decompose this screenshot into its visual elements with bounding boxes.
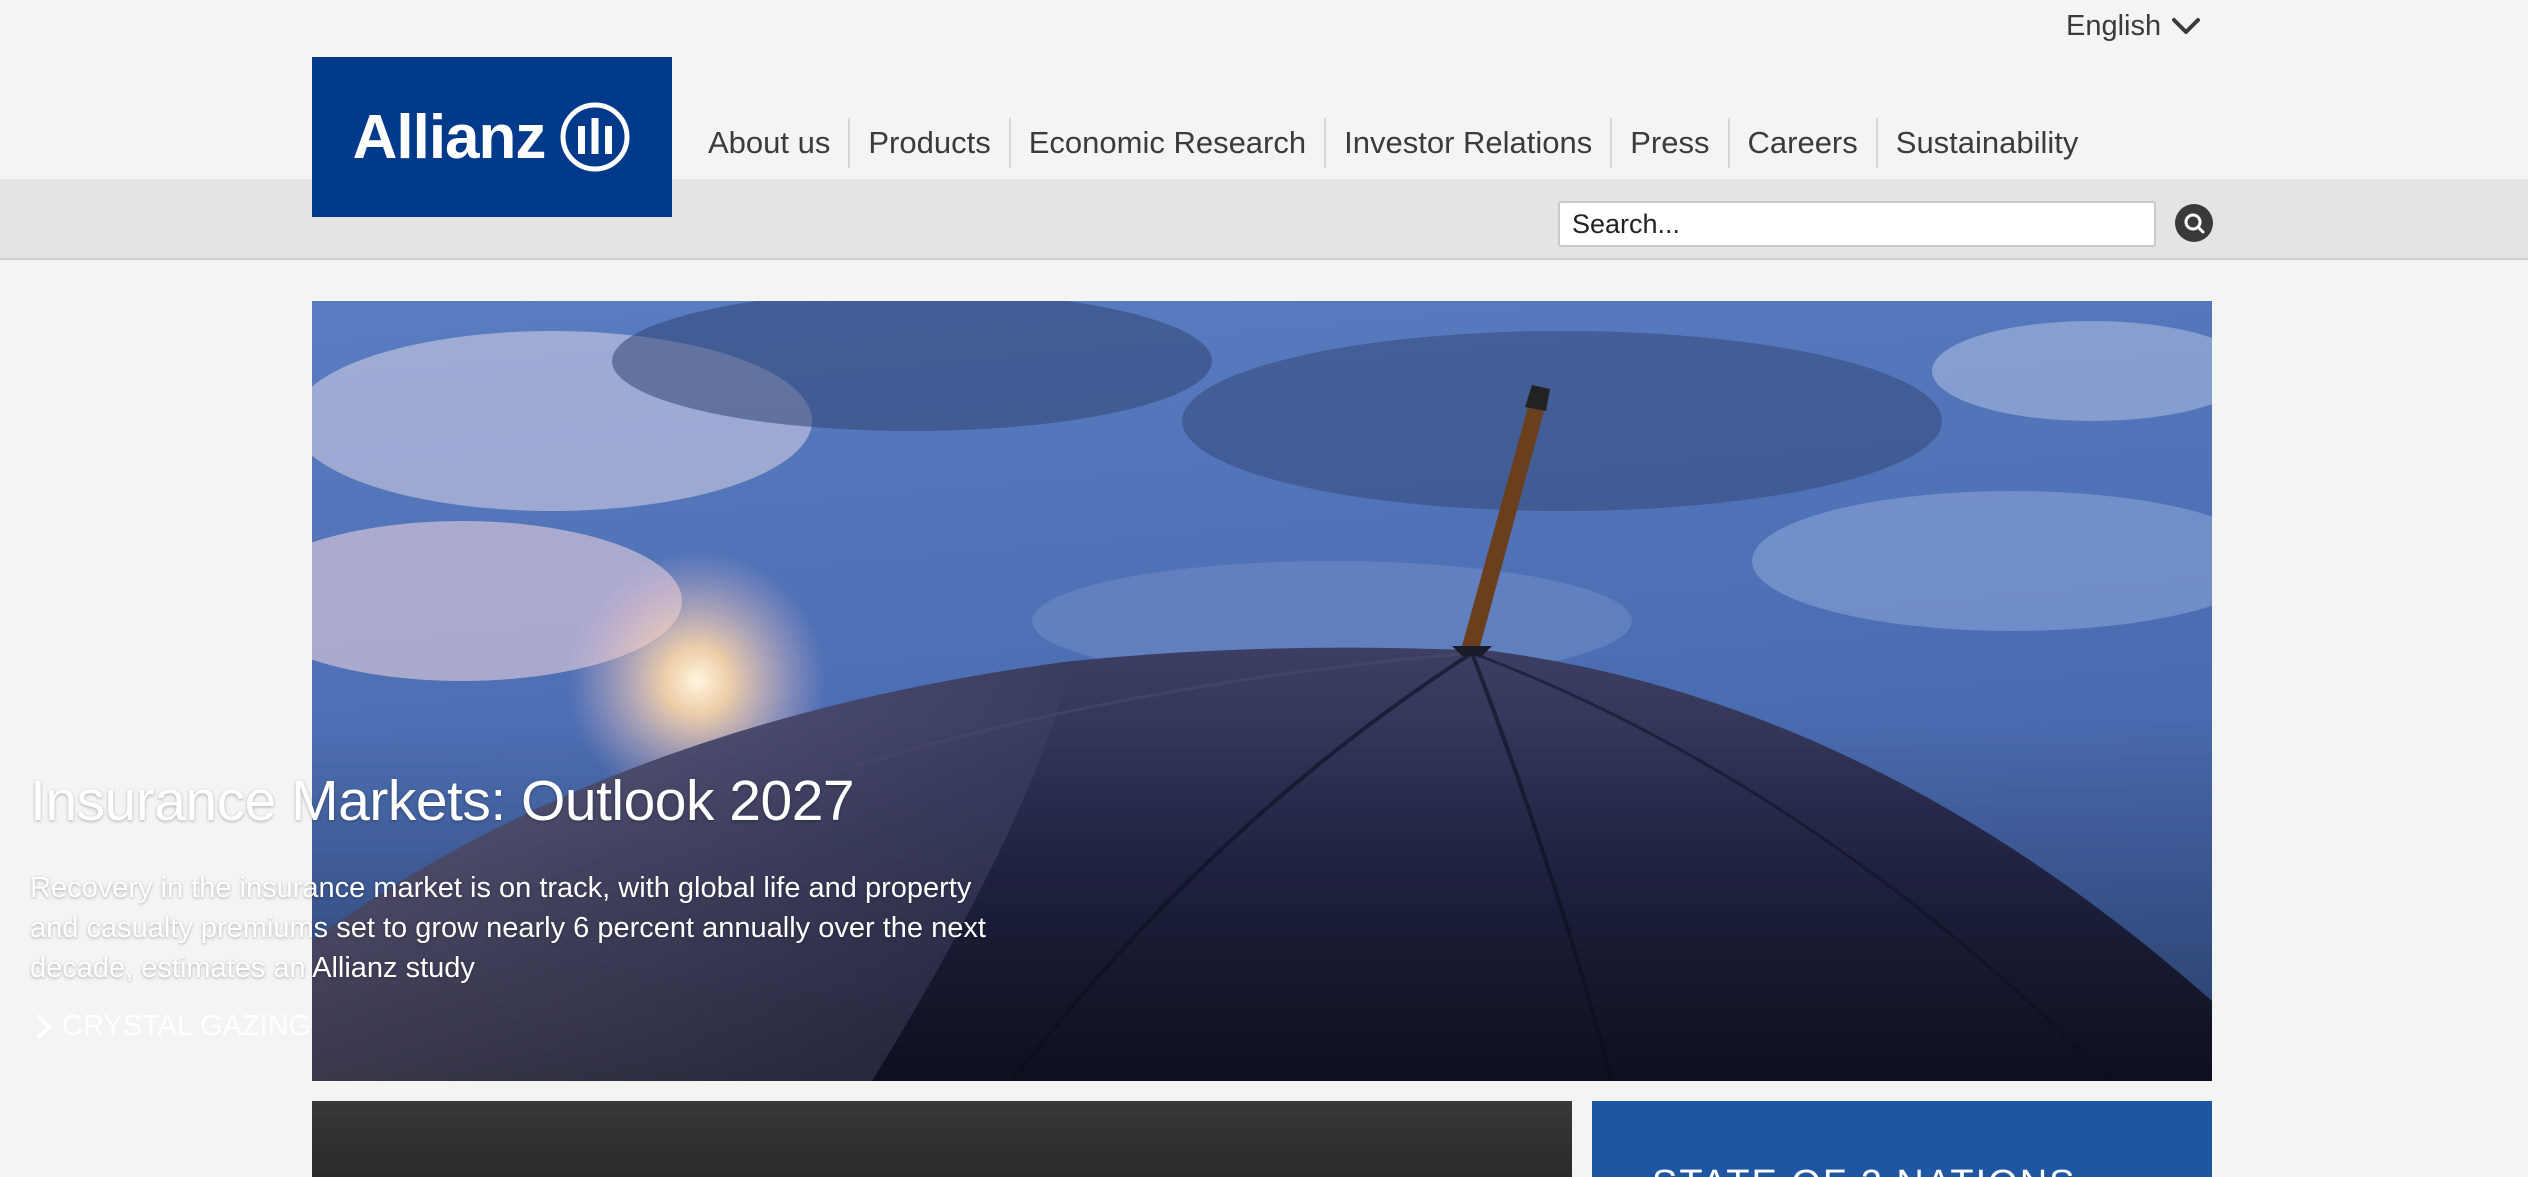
search-input[interactable]	[1558, 201, 2156, 247]
nav-item-economic-research[interactable]: Economic Research	[1008, 118, 1324, 168]
nav-item-products[interactable]: Products	[848, 118, 1008, 168]
chevron-right-icon	[37, 1014, 51, 1039]
logo-wordmark: Allianz	[352, 102, 547, 172]
allianz-logo[interactable]: Allianz	[312, 57, 672, 217]
search-icon	[2184, 213, 2205, 234]
hero-title: Insurance Markets: Outlook 2027	[30, 769, 855, 833]
hero-description: Recovery in the insurance market is on t…	[30, 872, 986, 984]
nav-item-about-us[interactable]: About us	[690, 118, 848, 168]
teaser-right-title: STATE OF 2 NATIONS	[1652, 1163, 2076, 1177]
nav-item-careers[interactable]: Careers	[1727, 118, 1876, 168]
language-label: English	[2066, 9, 2162, 42]
main-nav: About us Products Economic Research Inve…	[690, 118, 2096, 168]
chevron-down-icon	[2172, 18, 2201, 34]
teaser-right-panel[interactable]: STATE OF 2 NATIONS	[1592, 1101, 2212, 1177]
search-button[interactable]	[2175, 204, 2213, 242]
hero-link-label: CRYSTAL GAZING	[62, 1010, 312, 1042]
allianz-logo-icon	[560, 102, 630, 172]
hero-link-crystal-gazing[interactable]: CRYSTAL GAZING	[34, 1010, 311, 1043]
nav-item-investor-relations[interactable]: Investor Relations	[1324, 118, 1610, 168]
language-selector[interactable]: English	[2066, 8, 2201, 44]
nav-item-sustainability[interactable]: Sustainability	[1875, 118, 2097, 168]
nav-item-press[interactable]: Press	[1610, 118, 1727, 168]
teaser-left-image[interactable]	[312, 1101, 1572, 1177]
